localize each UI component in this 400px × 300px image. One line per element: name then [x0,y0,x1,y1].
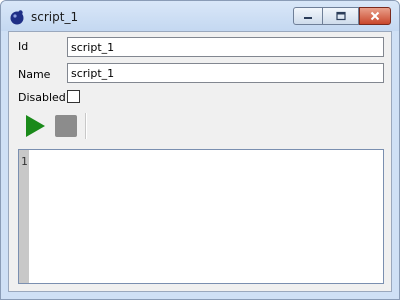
stop-icon [55,115,77,137]
maximize-button[interactable] [323,7,359,25]
maximize-icon [335,11,346,21]
disabled-label: Disabled [18,91,66,104]
toolbar-separator [85,113,87,139]
close-button[interactable] [359,7,391,25]
stop-button[interactable] [55,115,77,137]
title-bar[interactable]: script_1 [1,1,399,31]
script-editor[interactable]: 1 [18,149,384,284]
play-icon [26,115,45,137]
client-area: Id Name Disabled 1 [8,31,392,292]
name-field[interactable] [67,63,384,83]
line-number: 1 [21,155,28,168]
name-label: Name [18,68,51,81]
window-title: script_1 [31,10,79,24]
disabled-checkbox[interactable] [67,90,80,103]
app-dot-icon [10,10,24,25]
id-field[interactable] [67,37,384,57]
close-icon [370,11,380,21]
minimize-button[interactable] [293,7,323,25]
script-window: script_1 Id Name Disabled [0,0,400,300]
minimize-icon [304,17,312,19]
line-number-gutter: 1 [19,150,29,283]
run-button[interactable] [23,113,47,139]
id-label: Id [18,40,29,53]
